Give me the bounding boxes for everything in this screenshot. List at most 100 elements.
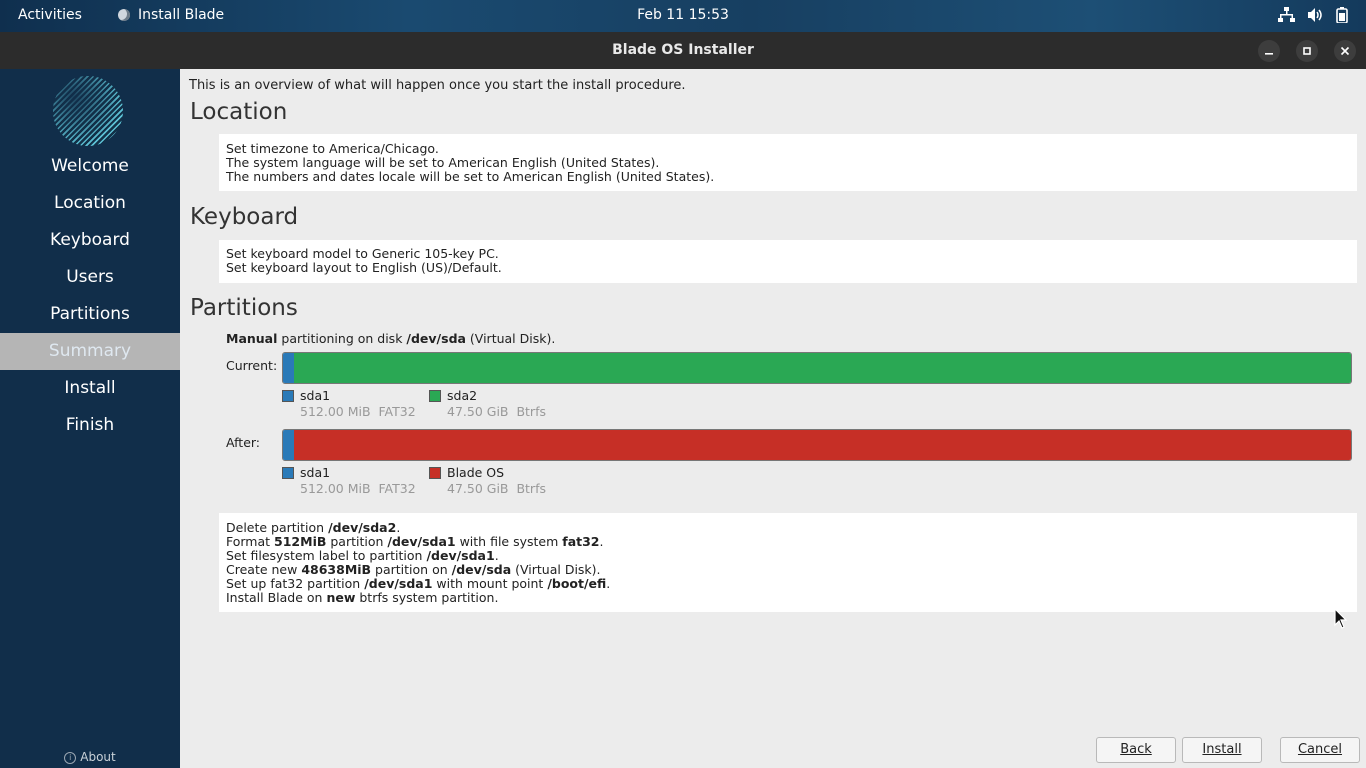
sidebar-step-finish: Finish xyxy=(65,415,115,435)
disk-label: /dev/sda xyxy=(406,331,466,346)
location-summary: Set timezone to America/Chicago. The sys… xyxy=(219,134,1357,191)
partition-jobs: Delete partition /dev/sda2. Format 512MiB… xyxy=(219,513,1357,612)
app-menu[interactable]: Install Blade xyxy=(118,7,224,23)
minimize-button[interactable] xyxy=(1258,40,1280,62)
about-label: About xyxy=(80,750,116,764)
job-emphasis: /dev/sda1 xyxy=(426,548,495,563)
partition-fs: FAT32 xyxy=(378,481,416,496)
job-text: . xyxy=(494,548,499,563)
disk-tail: (Virtual Disk). xyxy=(465,331,556,346)
after-partition-bar xyxy=(282,429,1352,461)
legend-item: Blade OS 47.50 GiB Btrfs xyxy=(429,465,576,496)
install-label: Install xyxy=(1202,742,1242,757)
system-tray[interactable] xyxy=(1278,7,1348,23)
info-icon: i xyxy=(64,752,77,764)
job-emphasis: 48638MiB xyxy=(301,562,372,577)
clock[interactable]: Feb 11 15:53 xyxy=(637,7,729,23)
after-label: After: xyxy=(226,435,261,450)
job-text: Install Blade on xyxy=(226,590,327,605)
partition-name: Blade OS xyxy=(447,465,505,480)
partition-job-line: Format 512MiB partition /dev/sda1 with f… xyxy=(226,535,1350,549)
location-line: The numbers and dates locale will be set… xyxy=(226,169,715,184)
volume-icon xyxy=(1307,7,1324,23)
sidebar-step-location: Location xyxy=(54,193,126,213)
job-text: Set up fat32 partition xyxy=(226,576,365,591)
legend-swatch xyxy=(282,390,294,402)
partitioning-mode-text: Manual partitioning on disk /dev/sda (Vi… xyxy=(226,331,555,346)
job-emphasis: new xyxy=(326,590,356,605)
job-text: Set filesystem label to partition xyxy=(226,548,427,563)
maximize-button[interactable] xyxy=(1296,40,1318,62)
mode-label: Manual xyxy=(226,331,278,346)
job-text: (Virtual Disk). xyxy=(511,562,601,577)
legend-swatch xyxy=(429,390,441,402)
partition-segment xyxy=(294,353,1351,383)
cancel-button[interactable]: Cancel xyxy=(1280,737,1360,763)
partition-job-line: Install Blade on new btrfs system partit… xyxy=(226,591,1350,605)
maximize-icon xyxy=(1302,46,1312,56)
keyboard-line: Set keyboard model to Generic 105-key PC… xyxy=(226,246,499,261)
partition-name: sda1 xyxy=(300,465,331,480)
sidebar-step-install: Install xyxy=(64,378,116,398)
partition-fs: Btrfs xyxy=(516,404,546,419)
cancel-label: Cancel xyxy=(1297,742,1343,757)
sidebar-step-partitions: Partitions xyxy=(50,304,130,324)
partition-job-line: Set filesystem label to partition /dev/s… xyxy=(226,549,1350,563)
partition-job-line: Delete partition /dev/sda2. xyxy=(226,521,1350,535)
install-button[interactable]: Install xyxy=(1182,737,1262,763)
partition-segment xyxy=(283,430,295,460)
job-text: with file system xyxy=(455,534,563,549)
location-line: Set timezone to America/Chicago. xyxy=(226,141,439,156)
keyboard-title: Keyboard xyxy=(190,204,299,230)
partition-meta: 47.50 GiB Btrfs xyxy=(447,404,546,419)
window-title: Blade OS Installer xyxy=(612,42,754,58)
partition-name: sda2 xyxy=(447,388,478,403)
job-text: . xyxy=(599,534,604,549)
minimize-icon xyxy=(1264,46,1274,56)
legend-swatch xyxy=(282,467,294,479)
job-text: . xyxy=(606,576,611,591)
partition-fs: Btrfs xyxy=(516,481,546,496)
summary-page: This is an overview of what will happen … xyxy=(180,69,1366,768)
back-button[interactable]: Back xyxy=(1096,737,1176,763)
back-label: Back xyxy=(1120,742,1152,757)
job-emphasis: /dev/sda1 xyxy=(364,576,433,591)
partition-name: sda1 xyxy=(300,388,331,403)
app-menu-label: Install Blade xyxy=(138,7,225,23)
partition-meta: 512.00 MiB FAT32 xyxy=(300,481,416,496)
step-list: Welcome Location Keyboard Users Partitions Su… xyxy=(0,148,180,444)
partition-size: 47.50 GiB xyxy=(447,404,509,419)
partition-segment xyxy=(283,353,295,383)
partition-job-line: Create new 48638MiB partition on /dev/sd… xyxy=(226,563,1350,577)
after-partition-legend: sda1 512.00 MiB FAT32 Blade OS 47.50 GiB Bt… xyxy=(282,465,576,496)
current-partition-bar xyxy=(282,352,1352,384)
partition-size: 47.50 GiB xyxy=(447,481,509,496)
job-text: Create new xyxy=(226,562,302,577)
sidebar-step-users: Users xyxy=(66,267,114,287)
sidebar-step-welcome: Welcome xyxy=(51,156,129,176)
job-emphasis: 512MiB xyxy=(274,534,327,549)
window-titlebar: Blade OS Installer xyxy=(0,32,1366,70)
legend-swatch xyxy=(429,467,441,479)
current-partition-legend: sda1 512.00 MiB FAT32 sda2 47.50 GiB Btrfs xyxy=(282,388,576,419)
activities-button[interactable]: Activities xyxy=(18,7,82,23)
partition-job-line: Set up fat32 partition /dev/sda1 with mo… xyxy=(226,577,1350,591)
job-text: Format xyxy=(226,534,275,549)
job-text: partition on xyxy=(371,562,452,577)
job-text: with mount point xyxy=(432,576,548,591)
keyboard-summary: Set keyboard model to Generic 105-key PC… xyxy=(219,240,1357,283)
legend-item: sda1 512.00 MiB FAT32 xyxy=(282,388,429,419)
close-button[interactable] xyxy=(1334,40,1356,62)
job-text: btrfs system partition. xyxy=(355,590,499,605)
location-line: The system language will be set to Ameri… xyxy=(226,155,660,170)
blade-logo xyxy=(53,76,123,146)
sidebar-step-keyboard: Keyboard xyxy=(50,230,130,250)
about-button[interactable]: i About xyxy=(0,750,180,764)
job-text: partition xyxy=(326,534,388,549)
job-emphasis: /dev/sda2 xyxy=(328,520,397,535)
network-icon xyxy=(1278,7,1295,23)
sidebar: Welcome Location Keyboard Users Partitions Su… xyxy=(0,69,180,768)
partition-size: 512.00 MiB xyxy=(300,404,371,419)
top-bar: Activities Install Blade Feb 11 15:53 xyxy=(0,0,1366,32)
legend-item: sda2 47.50 GiB Btrfs xyxy=(429,388,576,419)
